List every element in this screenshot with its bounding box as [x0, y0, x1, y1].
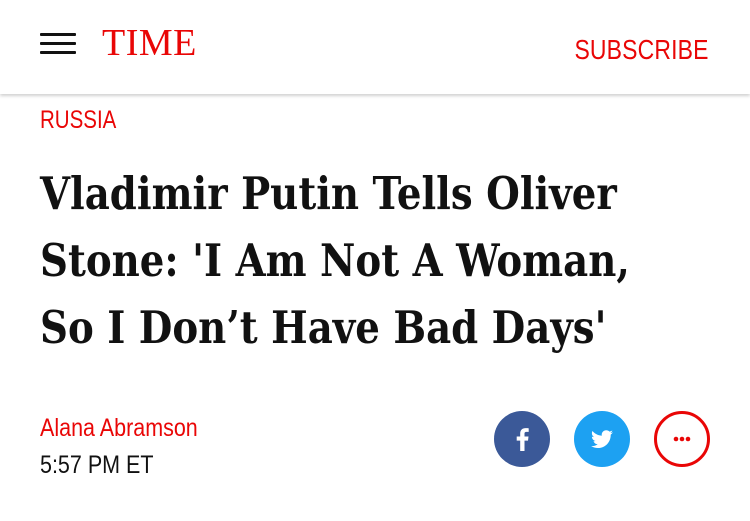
menu-bar — [40, 33, 76, 36]
time-logo[interactable]: TIME — [102, 22, 197, 64]
twitter-share-button[interactable] — [574, 411, 630, 467]
author-link[interactable]: Alana Abramson — [40, 412, 198, 444]
headline-line: So I Don’t Have Bad Days' — [40, 301, 607, 354]
subscribe-link[interactable]: SUBSCRIBE — [575, 33, 709, 67]
more-dots-icon — [673, 436, 691, 442]
publish-time: 5:57 PM ET — [40, 451, 154, 479]
more-share-button[interactable] — [654, 411, 710, 467]
facebook-icon — [516, 428, 529, 451]
menu-bar — [40, 42, 76, 45]
twitter-icon — [591, 430, 613, 448]
article-headline: Vladimir Putin Tells Oliver Stone: 'I Am… — [40, 160, 633, 361]
hamburger-menu-icon[interactable] — [40, 33, 76, 55]
headline-line: Vladimir Putin Tells Oliver — [40, 167, 617, 220]
headline-line: Stone: 'I Am Not A Woman, — [40, 234, 630, 287]
menu-bar — [40, 51, 76, 54]
site-header: TIME SUBSCRIBE — [0, 0, 750, 94]
section-tag[interactable]: RUSSIA — [40, 104, 116, 136]
facebook-share-button[interactable] — [494, 411, 550, 467]
